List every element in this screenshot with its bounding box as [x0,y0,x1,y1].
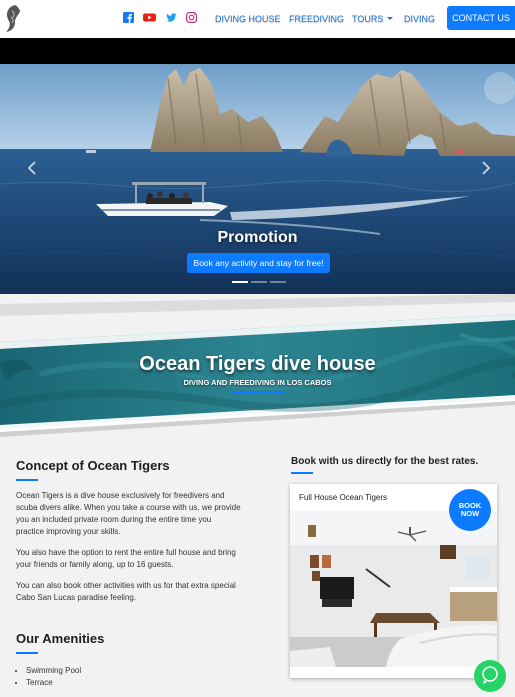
booking-heading: Book with us directly for the best rates… [291,456,479,467]
youtube-icon[interactable] [143,12,156,23]
nav-link-diving-house[interactable]: DIVING HOUSE [215,14,281,24]
instagram-icon[interactable] [186,12,197,23]
amenity-item: Terrace [26,677,241,689]
carousel-next-icon[interactable] [480,160,492,176]
facebook-icon[interactable] [123,12,134,23]
carousel-indicator-2[interactable] [251,281,267,283]
carousel-indicator-1[interactable] [232,281,248,283]
living-room-photo [290,511,497,667]
book-now-label: BOOK NOW [458,501,482,518]
book-now-button[interactable]: BOOK NOW [449,489,491,531]
card-title: Full House Ocean Tigers [299,493,388,502]
booking-section: Book with us directly for the best rates… [291,456,507,474]
dive-house-banner: Ocean Tigers dive house DIVING AND FREED… [0,294,515,439]
caret-down-icon [387,17,394,20]
banner-underline [231,391,286,393]
concept-underline [16,479,38,481]
whatsapp-icon [482,666,498,684]
top-navbar: DIVING HOUSE FREEDIVING TOURS DIVING CON… [0,0,515,38]
whatsapp-chat-button[interactable] [474,660,506,692]
contact-us-button[interactable]: CONTACT US [447,6,515,30]
promotion-book-button[interactable]: Book any activity and stay for free! [187,253,330,273]
banner-title: Ocean Tigers dive house [139,353,376,375]
booking-underline [291,472,313,474]
ocean-tigers-logo[interactable] [3,3,23,35]
amenities-heading: Our Amenities [16,631,105,646]
nav-link-tours-label: TOURS [352,14,384,24]
twitter-icon[interactable] [166,12,177,23]
concept-paragraph-2: You also have the option to rent the ent… [16,548,236,569]
banner-subtitle: DIVING AND FREEDIVING IN LOS CABOS [183,378,332,387]
carousel-prev-icon[interactable] [26,160,38,176]
carousel-indicator-3[interactable] [270,281,286,283]
concept-paragraph-1: Ocean Tigers is a dive house exclusively… [16,491,241,536]
hero-title: Promotion [217,229,298,246]
hero-carousel: Promotion Book any activity and stay for… [0,38,515,306]
amenity-item: Swimming Pool [26,665,241,677]
nav-link-freediving[interactable]: FREEDIVING [289,14,344,24]
nav-dropdown-tours[interactable]: TOURS [352,14,394,24]
concept-heading: Concept of Ocean Tigers [16,458,170,473]
amenities-underline [16,652,38,654]
concept-section: Concept of Ocean Tigers Ocean Tigers is … [16,458,241,689]
nav-link-diving[interactable]: DIVING [404,14,435,24]
concept-paragraph-3: You can also book other activities with … [16,581,236,602]
amenities-list: Swimming Pool Terrace [16,665,241,689]
